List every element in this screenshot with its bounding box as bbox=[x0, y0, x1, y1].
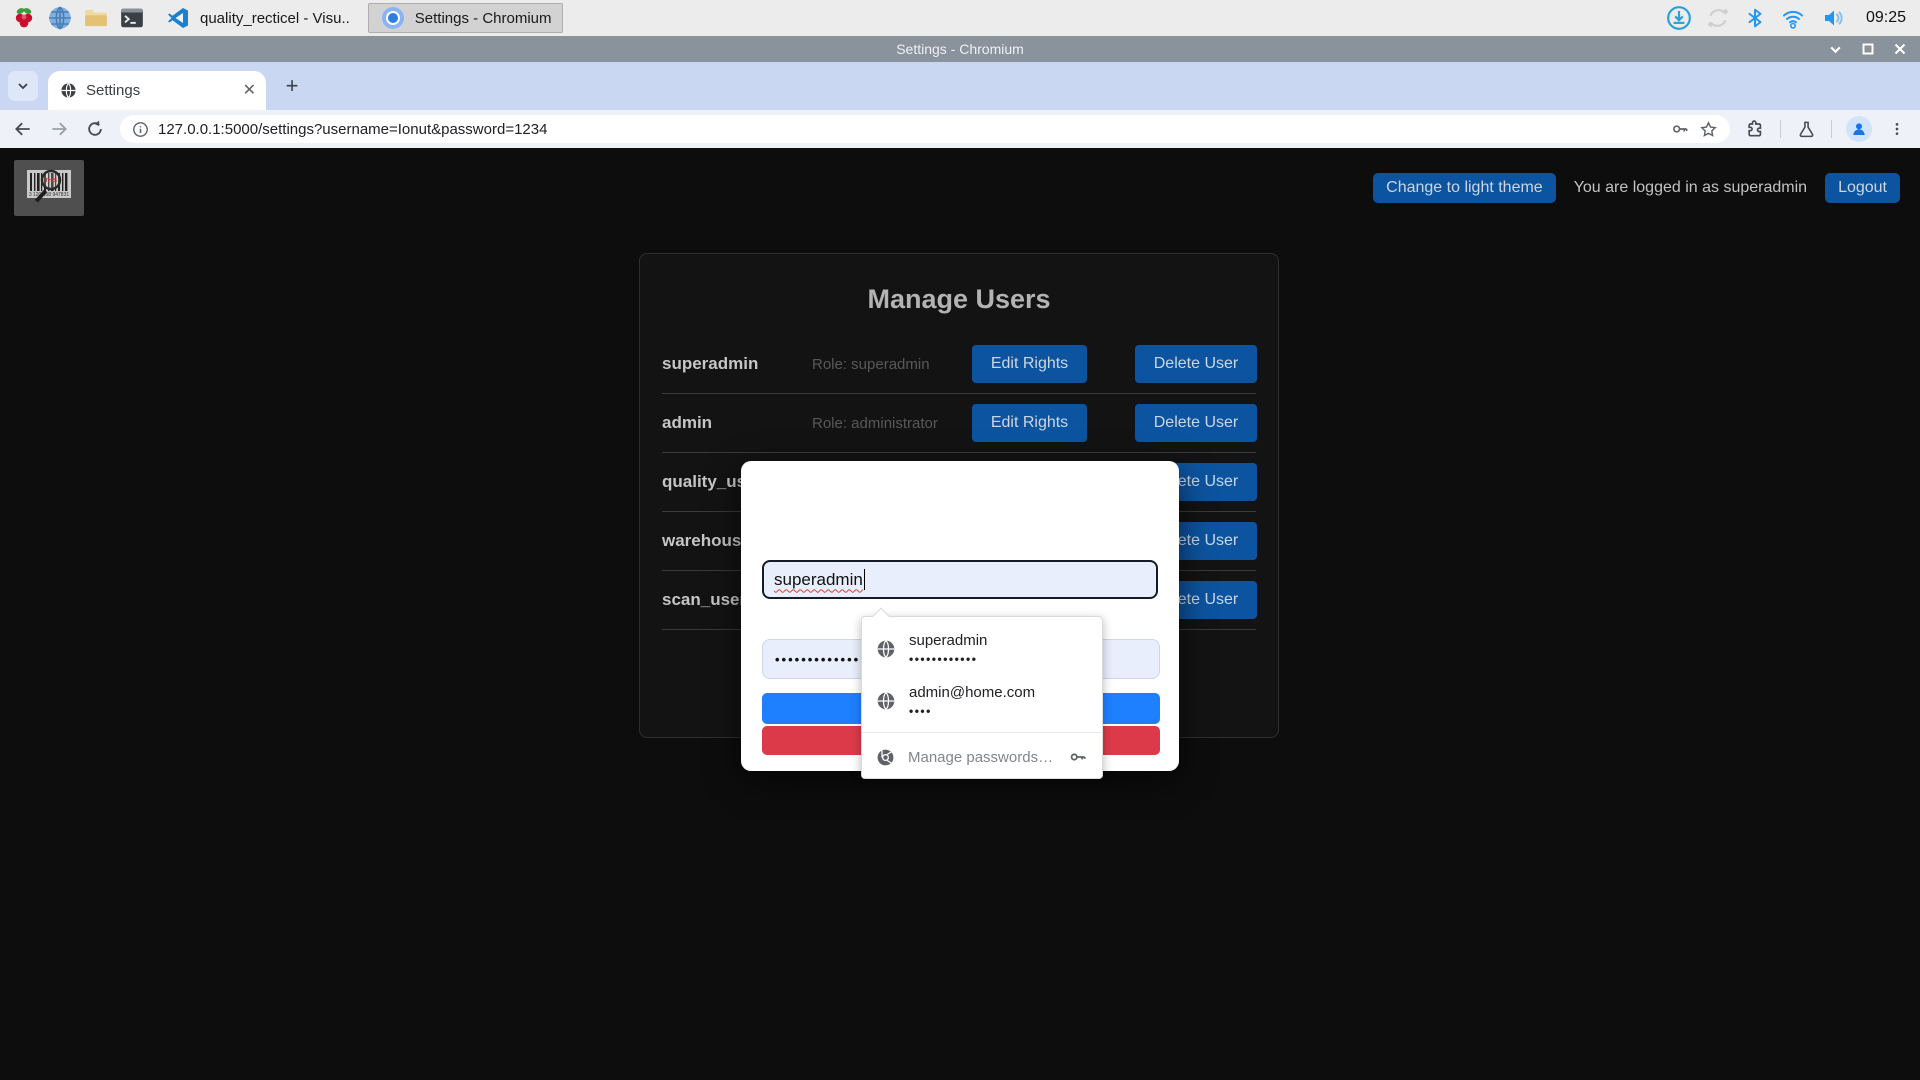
delete-user-button[interactable]: Delete User bbox=[1135, 404, 1257, 442]
taskbar-status-icons bbox=[1666, 5, 1848, 31]
web-browser-globe-icon[interactable] bbox=[46, 4, 74, 32]
manage-passwords-label: Manage passwords… bbox=[908, 749, 1055, 766]
vscode-icon bbox=[164, 4, 192, 32]
credential-username: superadmin bbox=[909, 630, 987, 651]
username-value: superadmin bbox=[774, 570, 863, 590]
url-text[interactable]: 127.0.0.1:5000/settings?username=Ionut&p… bbox=[158, 121, 1661, 138]
minimize-icon[interactable] bbox=[1829, 43, 1842, 56]
manage-passwords-item[interactable]: Manage passwords… bbox=[862, 738, 1102, 776]
change-theme-button[interactable]: Change to light theme bbox=[1373, 173, 1556, 203]
close-window-icon[interactable] bbox=[1894, 43, 1906, 55]
user-row-superadmin: superadmin Role: superadmin Edit Rights … bbox=[662, 335, 1256, 394]
forward-icon[interactable] bbox=[48, 118, 70, 140]
autofill-dropdown: superadmin •••••••••••• admin@home.com •… bbox=[861, 616, 1103, 779]
user-role: Role: administrator bbox=[812, 415, 972, 432]
edit-rights-button[interactable]: Edit Rights bbox=[972, 345, 1087, 383]
user-name: superadmin bbox=[662, 354, 812, 374]
chromium-icon bbox=[379, 4, 407, 32]
autofill-item-superadmin[interactable]: superadmin •••••••••••• bbox=[862, 623, 1102, 675]
task-label: quality_recticel - Visu.. bbox=[200, 10, 350, 27]
taskbar-task-vscode[interactable]: quality_recticel - Visu.. bbox=[154, 3, 360, 33]
tab-strip: Settings ✕ + bbox=[0, 62, 1920, 110]
autofill-item-admin[interactable]: admin@home.com •••• bbox=[862, 675, 1102, 727]
credential-password-masked: •••••••••••• bbox=[909, 651, 987, 668]
raspberry-menu-icon[interactable] bbox=[10, 4, 38, 32]
browser-toolbar: 127.0.0.1:5000/settings?username=Ionut&p… bbox=[0, 110, 1920, 148]
window-title: Settings - Chromium bbox=[896, 41, 1024, 57]
user-name: admin bbox=[662, 413, 812, 433]
globe-icon bbox=[876, 639, 896, 659]
menu-dots-icon[interactable] bbox=[1886, 118, 1908, 140]
file-manager-folder-icon[interactable] bbox=[82, 4, 110, 32]
username-input[interactable]: superadmin bbox=[762, 560, 1158, 599]
extensions-icon[interactable] bbox=[1744, 118, 1766, 140]
tab-favicon-globe-icon bbox=[60, 82, 77, 99]
chromium-icon bbox=[876, 748, 895, 767]
volume-icon[interactable] bbox=[1820, 6, 1848, 30]
toolbar-separator bbox=[1831, 120, 1832, 138]
taskbar-task-chromium[interactable]: Settings - Chromium bbox=[368, 3, 563, 33]
logout-button[interactable]: Logout bbox=[1825, 173, 1900, 203]
password-value: ••••••••••••• bbox=[775, 652, 860, 667]
page-info-icon[interactable] bbox=[132, 121, 149, 138]
tab-close-icon[interactable]: ✕ bbox=[243, 83, 256, 99]
update-download-icon[interactable] bbox=[1666, 5, 1692, 31]
reload-icon[interactable] bbox=[84, 118, 106, 140]
credential-password-masked: •••• bbox=[909, 703, 1035, 720]
tab-settings[interactable]: Settings ✕ bbox=[48, 71, 266, 110]
terminal-icon[interactable] bbox=[118, 4, 146, 32]
toolbar-separator bbox=[1780, 120, 1781, 138]
app-header: 3 120 458 947831 THIS Change to light th… bbox=[0, 148, 1920, 228]
globe-icon bbox=[876, 691, 896, 711]
dropdown-divider bbox=[862, 732, 1102, 733]
sync-icon[interactable] bbox=[1705, 5, 1731, 31]
profile-avatar-icon[interactable] bbox=[1846, 116, 1872, 142]
key-icon[interactable] bbox=[1670, 119, 1690, 139]
text-caret bbox=[864, 569, 866, 590]
wifi-icon[interactable] bbox=[1779, 6, 1807, 30]
tab-search-chevron-icon[interactable] bbox=[8, 71, 38, 101]
bluetooth-icon[interactable] bbox=[1744, 6, 1766, 30]
delete-user-button[interactable]: Delete User bbox=[1135, 345, 1257, 383]
user-row-admin: admin Role: administrator Edit Rights De… bbox=[662, 394, 1256, 453]
new-tab-button[interactable]: + bbox=[278, 72, 306, 100]
back-icon[interactable] bbox=[12, 118, 34, 140]
credential-username: admin@home.com bbox=[909, 682, 1035, 703]
window-titlebar: Settings - Chromium bbox=[0, 36, 1920, 62]
svg-text:3 120 458 947831: 3 120 458 947831 bbox=[29, 192, 70, 198]
edit-rights-button[interactable]: Edit Rights bbox=[972, 404, 1087, 442]
tab-title: Settings bbox=[86, 82, 234, 99]
login-status-text: You are logged in as superadmin bbox=[1574, 179, 1807, 197]
svg-text:THIS: THIS bbox=[45, 178, 58, 184]
clock: 09:25 bbox=[1866, 9, 1906, 27]
task-label: Settings - Chromium bbox=[415, 10, 552, 27]
user-role: Role: superadmin bbox=[812, 356, 972, 373]
experiments-flask-icon[interactable] bbox=[1795, 118, 1817, 140]
star-icon[interactable] bbox=[1699, 120, 1718, 139]
barcode-logo: 3 120 458 947831 THIS bbox=[14, 160, 84, 216]
page-title: Manage Users bbox=[640, 284, 1278, 315]
key-icon bbox=[1068, 747, 1088, 767]
maximize-icon[interactable] bbox=[1862, 43, 1874, 55]
settings-page: 3 120 458 947831 THIS Change to light th… bbox=[0, 148, 1920, 1080]
address-bar[interactable]: 127.0.0.1:5000/settings?username=Ionut&p… bbox=[120, 115, 1730, 143]
taskbar: quality_recticel - Visu.. Settings - Chr… bbox=[0, 0, 1920, 36]
